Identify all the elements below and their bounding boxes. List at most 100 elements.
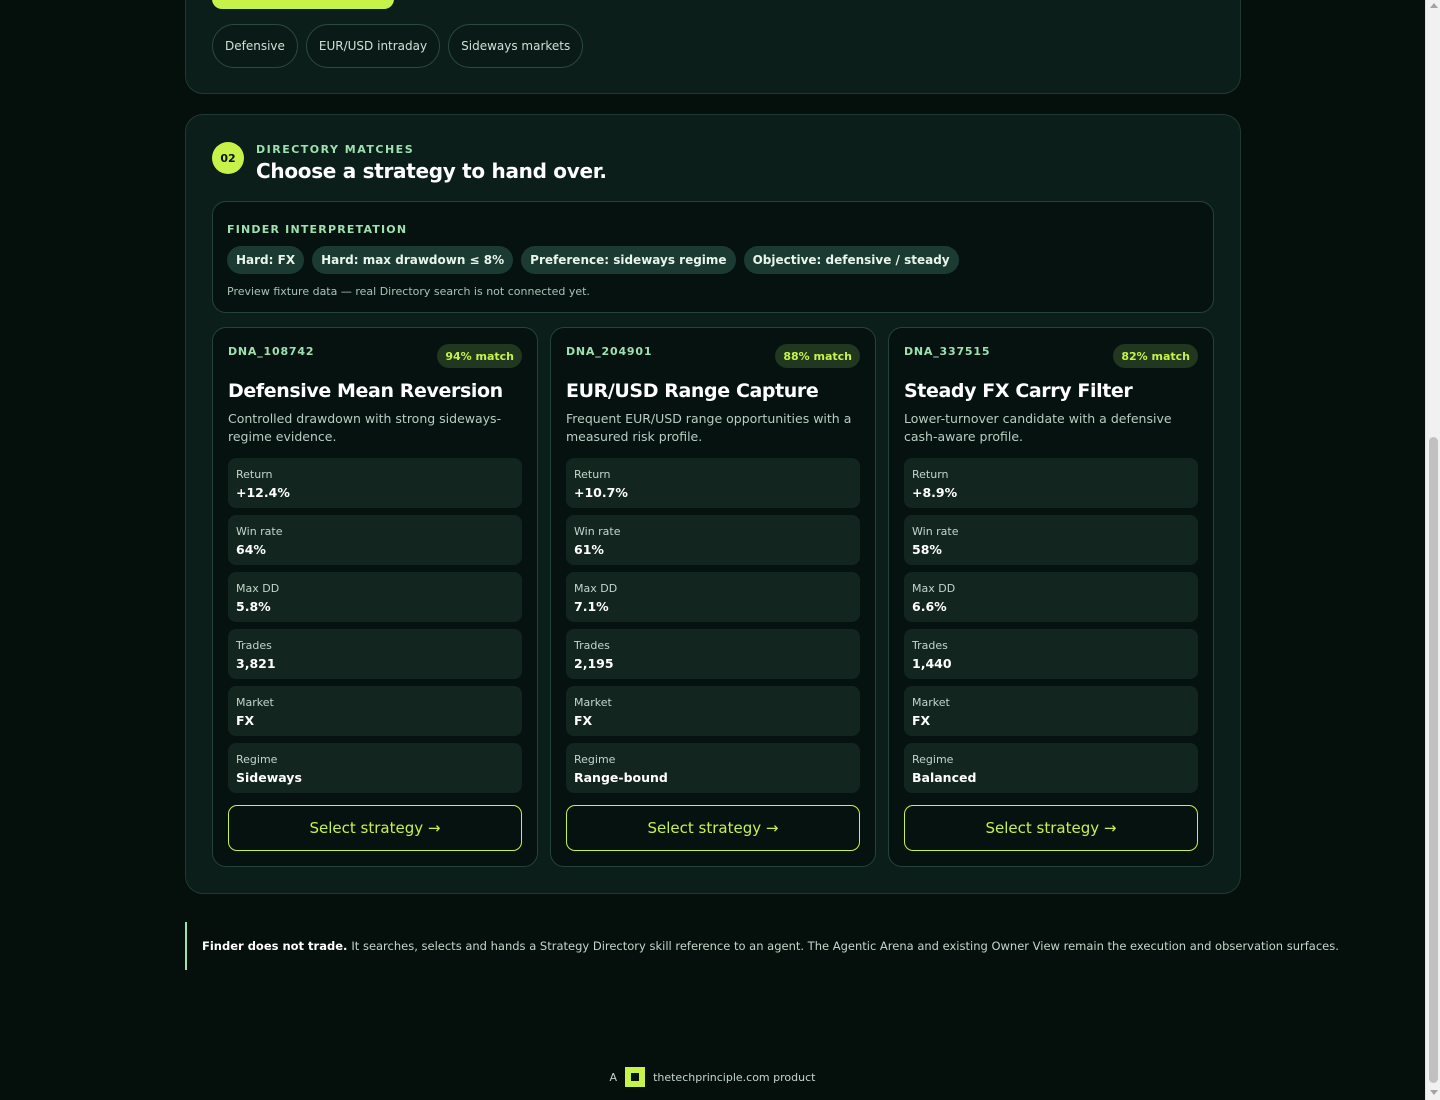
metric-value: Balanced [912, 770, 977, 785]
metric-max-dd: Max DD 6.6% [904, 572, 1198, 622]
metric-label: Return [912, 468, 949, 481]
strategy-title: EUR/USD Range Capture [566, 380, 819, 402]
metric-win-rate: Win rate 64% [228, 515, 522, 565]
metric-value: 58% [912, 542, 942, 557]
notice-text: It searches, selects and hands a Strateg… [351, 939, 1339, 953]
metric-regime: Regime Range-bound [566, 743, 860, 793]
metric-market: Market FX [566, 686, 860, 736]
metric-value: FX [912, 713, 931, 728]
metric-label: Max DD [912, 582, 956, 595]
metric-market: Market FX [904, 686, 1198, 736]
match-badge: 82% match [1113, 344, 1198, 368]
preview-note: Preview fixture data — real Directory se… [227, 285, 590, 298]
metric-value: 6.6% [912, 599, 947, 614]
metric-value: 7.1% [574, 599, 609, 614]
metric-win-rate: Win rate 58% [904, 515, 1198, 565]
metric-value: +12.4% [236, 485, 290, 500]
preferences-panel: Defensive EUR/USD intraday Sideways mark… [185, 0, 1241, 94]
strategy-card: DNA_337515 82% match Steady FX Carry Fil… [888, 327, 1214, 867]
step-badge: 02 [212, 142, 244, 174]
metric-regime: Regime Balanced [904, 743, 1198, 793]
metric-label: Max DD [574, 582, 618, 595]
select-strategy-button[interactable]: Select strategy → [566, 805, 860, 851]
metric-return: Return +12.4% [228, 458, 522, 508]
metric-value: 61% [574, 542, 604, 557]
scroll-down-arrow-icon[interactable] [1430, 1090, 1438, 1095]
interpretation-tag: Hard: FX [227, 246, 305, 274]
metric-value: 2,195 [574, 656, 614, 671]
finder-interpretation: FINDER INTERPRETATION Hard: FX Hard: max… [212, 201, 1214, 313]
interpretation-tag: Hard: max drawdown ≤ 8% [312, 246, 514, 274]
notice-strong: Finder does not trade. [202, 939, 348, 953]
footer-prefix: A [609, 1070, 618, 1084]
metric-label: Trades [236, 639, 272, 652]
metric-regime: Regime Sideways [228, 743, 522, 793]
strategy-card: DNA_204901 88% match EUR/USD Range Captu… [550, 327, 876, 867]
preset-chip-sideways-markets[interactable]: Sideways markets [448, 24, 584, 68]
metric-label: Win rate [236, 525, 283, 538]
footer: A thetechprinciple.com product [0, 1067, 1425, 1087]
metric-value: FX [574, 713, 593, 728]
metric-value: 64% [236, 542, 266, 557]
section-eyebrow: DIRECTORY MATCHES [256, 143, 415, 156]
interpretation-tags: Hard: FX Hard: max drawdown ≤ 8% Prefere… [227, 246, 959, 274]
preset-chip-defensive[interactable]: Defensive [212, 24, 298, 68]
metric-label: Market [574, 696, 612, 709]
metric-return: Return +8.9% [904, 458, 1198, 508]
metric-label: Regime [574, 753, 616, 766]
footer-brand[interactable]: thetechprinciple.com product [653, 1071, 815, 1084]
metric-value: 3,821 [236, 656, 276, 671]
metric-label: Regime [236, 753, 278, 766]
select-strategy-button[interactable]: Select strategy → [228, 805, 522, 851]
metric-label: Trades [574, 639, 610, 652]
strategy-description: Lower-turnover candidate with a defensiv… [904, 411, 1172, 444]
strategy-id: DNA_337515 [904, 345, 991, 358]
strategy-id: DNA_108742 [228, 345, 315, 358]
metric-label: Market [912, 696, 950, 709]
metric-value: +10.7% [574, 485, 628, 500]
strategy-title: Defensive Mean Reversion [228, 380, 503, 402]
metric-label: Market [236, 696, 274, 709]
strategy-title: Steady FX Carry Filter [904, 380, 1133, 402]
metric-label: Return [236, 468, 273, 481]
metric-max-dd: Max DD 5.8% [228, 572, 522, 622]
primary-button-fragment[interactable] [212, 0, 394, 9]
preset-chip-eurusd-intraday[interactable]: EUR/USD intraday [305, 24, 441, 68]
metric-trades: Trades 1,440 [904, 629, 1198, 679]
metric-win-rate: Win rate 61% [566, 515, 860, 565]
strategy-id: DNA_204901 [566, 345, 653, 358]
interpretation-tag: Preference: sideways regime [521, 246, 736, 274]
section-title: Choose a strategy to hand over. [256, 159, 607, 183]
strategy-card: DNA_108742 94% match Defensive Mean Reve… [212, 327, 538, 867]
metric-label: Win rate [574, 525, 621, 538]
metric-label: Regime [912, 753, 954, 766]
metric-label: Win rate [912, 525, 959, 538]
scroll-up-arrow-icon[interactable] [1430, 3, 1438, 8]
metric-label: Return [574, 468, 611, 481]
finder-notice: Finder does not trade. It searches, sele… [185, 922, 1339, 970]
metric-label: Trades [912, 639, 948, 652]
strategy-description: Frequent EUR/USD range opportunities wit… [566, 411, 852, 444]
preset-chip-row: Defensive EUR/USD intraday Sideways mark… [212, 24, 584, 68]
metric-value: Sideways [236, 770, 302, 785]
match-badge: 88% match [775, 344, 860, 368]
metric-market: Market FX [228, 686, 522, 736]
vertical-scrollbar[interactable] [1425, 0, 1440, 1100]
select-strategy-button[interactable]: Select strategy → [904, 805, 1198, 851]
metric-value: FX [236, 713, 255, 728]
metric-max-dd: Max DD 7.1% [566, 572, 860, 622]
metric-trades: Trades 2,195 [566, 629, 860, 679]
interpretation-tag: Objective: defensive / steady [743, 246, 959, 274]
scrollbar-thumb[interactable] [1429, 437, 1438, 1083]
metric-value: 5.8% [236, 599, 271, 614]
metric-value: 1,440 [912, 656, 952, 671]
metric-label: Max DD [236, 582, 280, 595]
metric-return: Return +10.7% [566, 458, 860, 508]
page: Defensive EUR/USD intraday Sideways mark… [0, 0, 1425, 1100]
directory-matches-panel: 02 DIRECTORY MATCHES Choose a strategy t… [185, 114, 1241, 894]
metric-trades: Trades 3,821 [228, 629, 522, 679]
metric-value: +8.9% [912, 485, 958, 500]
match-badge: 94% match [437, 344, 522, 368]
brand-logo-icon[interactable] [625, 1067, 646, 1087]
metric-value: Range-bound [574, 770, 668, 785]
